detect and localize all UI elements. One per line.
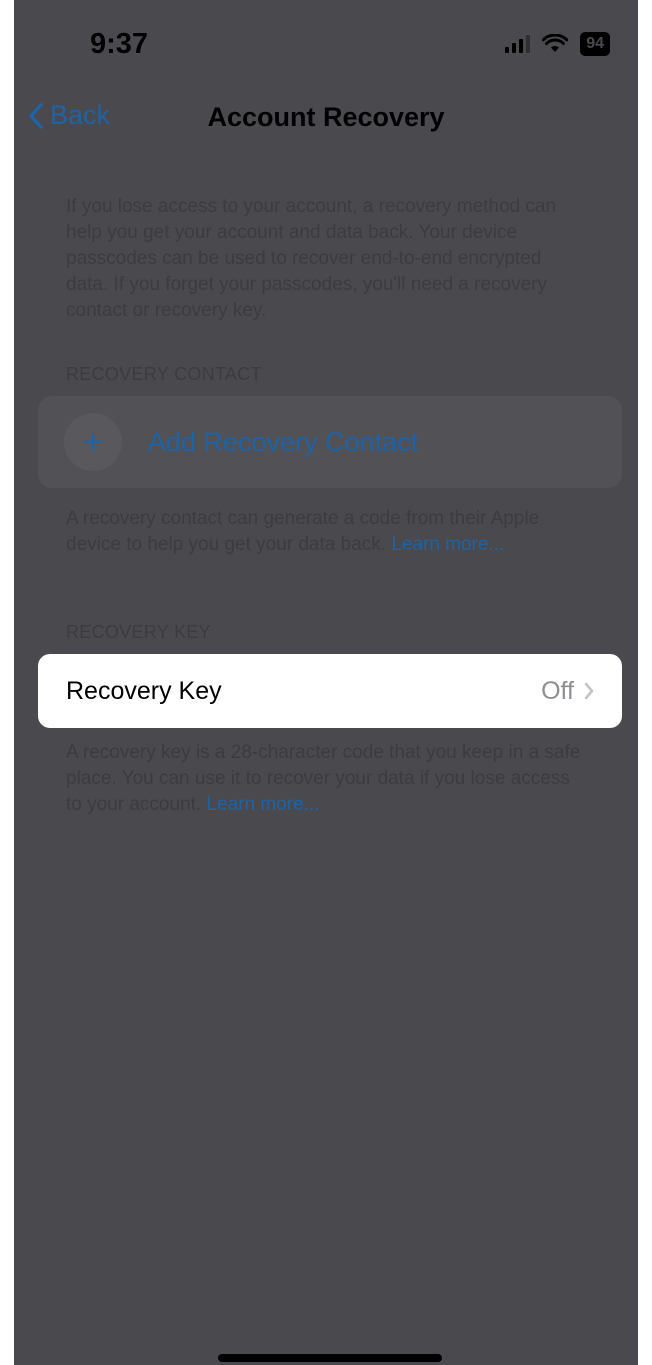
section-header-recovery-key: RECOVERY KEY (66, 622, 211, 642)
phone-screen: 9:37 94 Back Account Recovery If you los… (14, 0, 638, 1365)
wifi-icon (542, 34, 569, 52)
home-indicator[interactable] (218, 1354, 442, 1362)
recovery-key-status: Off (541, 676, 574, 705)
learn-more-link-contact[interactable]: Learn more... (391, 534, 504, 555)
recovery-key-footer-text: A recovery key is a 28-character code th… (66, 742, 581, 815)
recovery-contact-footer: A recovery contact can generate a code f… (66, 506, 586, 558)
chevron-right-icon (584, 682, 594, 700)
add-recovery-contact-label: Add Recovery Contact (148, 426, 419, 457)
plus-icon: + (64, 413, 122, 471)
status-time: 9:37 (90, 28, 149, 60)
cellular-signal-icon (505, 35, 531, 53)
recovery-key-footer: A recovery key is a 28-character code th… (66, 740, 586, 818)
status-bar: 9:37 94 (14, 0, 638, 90)
recovery-key-row[interactable]: Recovery Key Off (38, 654, 622, 728)
section-header-recovery-contact: RECOVERY CONTACT (66, 364, 262, 384)
recovery-key-label: Recovery Key (66, 676, 222, 705)
add-recovery-contact-button[interactable]: + Add Recovery Contact (38, 396, 622, 488)
page-title: Account Recovery (207, 102, 445, 132)
intro-description: If you lose access to your account, a re… (66, 196, 557, 321)
learn-more-link-key[interactable]: Learn more... (206, 794, 319, 815)
battery-icon: 94 (580, 32, 610, 56)
navigation-bar: Back Account Recovery (14, 96, 638, 144)
status-icons: 94 (505, 32, 610, 56)
